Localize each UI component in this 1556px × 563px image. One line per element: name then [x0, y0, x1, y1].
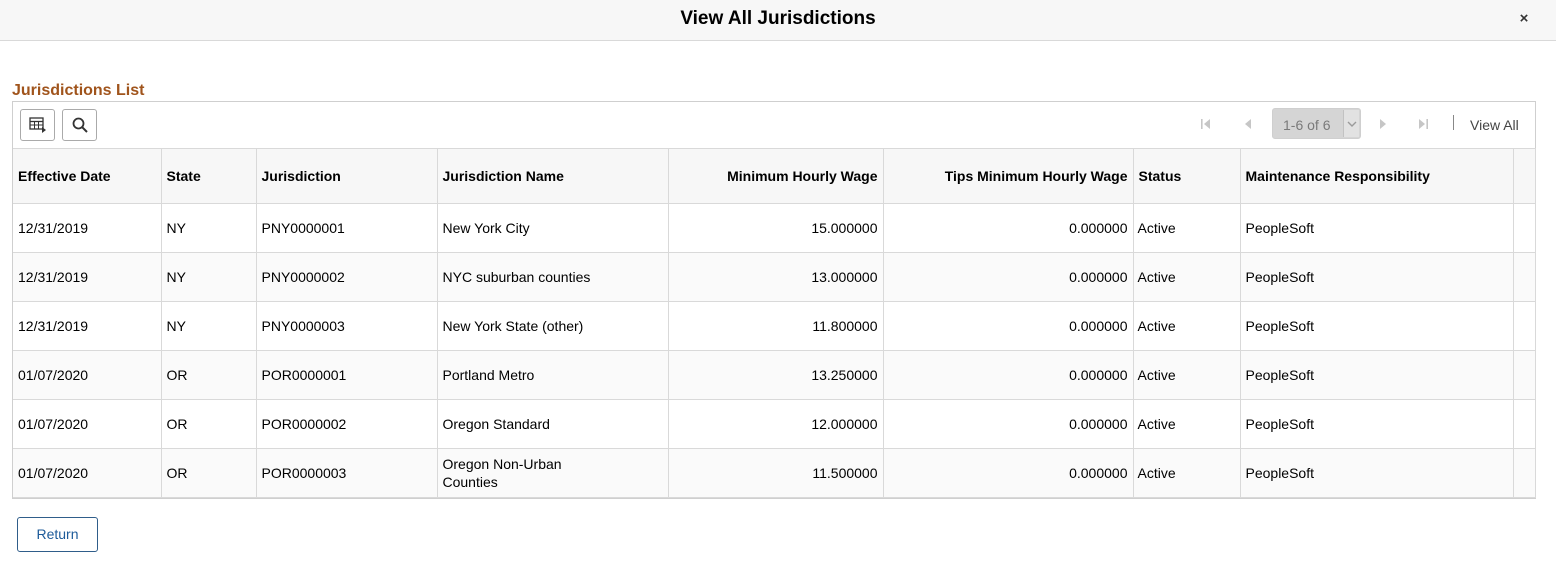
toolbar-divider [1453, 115, 1454, 130]
page-range-select[interactable]: 1-6 of 6 [1272, 108, 1361, 139]
column-header-jurisdiction-name[interactable]: Jurisdiction Name [437, 148, 669, 204]
state-cell: OR [161, 448, 257, 498]
minimum-hourly-wage-cell: 13.250000 [668, 350, 884, 400]
table-row: 12/31/2019 NY PNY0000002 NYC suburban co… [13, 252, 1536, 302]
table-row: 01/07/2020 OR POR0000002 Oregon Standard… [13, 399, 1536, 449]
view-all-link[interactable]: View All [1470, 117, 1519, 133]
effective-date-cell: 01/07/2020 [13, 448, 162, 498]
search-button[interactable] [62, 109, 97, 141]
jurisdiction-name-cell: New York State (other) [437, 301, 669, 351]
state-cell: NY [161, 252, 257, 302]
dialog-header: View All Jurisdictions × [0, 0, 1556, 41]
effective-date-cell: 01/07/2020 [13, 399, 162, 449]
previous-page-icon[interactable] [1239, 115, 1257, 133]
jurisdiction-cell: PNY0000003 [256, 301, 438, 351]
jurisdiction-cell: PNY0000001 [256, 203, 438, 253]
minimum-hourly-wage-cell: 15.000000 [668, 203, 884, 253]
column-header-jurisdiction[interactable]: Jurisdiction [256, 148, 438, 204]
table-row: 12/31/2019 NY PNY0000001 New York City 1… [13, 203, 1536, 253]
last-page-icon[interactable] [1414, 115, 1432, 133]
tips-minimum-hourly-wage-cell: 0.000000 [883, 399, 1134, 449]
jurisdiction-cell: POR0000002 [256, 399, 438, 449]
status-cell: Active [1133, 252, 1241, 302]
row-spacer-cell [1513, 350, 1536, 400]
minimum-hourly-wage-cell: 11.500000 [668, 448, 884, 498]
table-row: 12/31/2019 NY PNY0000003 New York State … [13, 301, 1536, 351]
maintenance-responsibility-cell: PeopleSoft [1240, 399, 1514, 449]
jurisdiction-name-cell: Oregon Non-Urban Counties [437, 448, 669, 498]
jurisdictions-table: Effective Date State Jurisdiction Jurisd… [13, 148, 1536, 498]
maintenance-responsibility-cell: PeopleSoft [1240, 252, 1514, 302]
status-cell: Active [1133, 301, 1241, 351]
dialog-title: View All Jurisdictions [680, 8, 876, 29]
row-spacer-cell [1513, 301, 1536, 351]
search-icon [72, 117, 88, 133]
column-header-tips-minimum-hourly-wage[interactable]: Tips Minimum Hourly Wage [883, 148, 1134, 204]
first-page-icon[interactable] [1197, 115, 1215, 133]
row-spacer-cell [1513, 203, 1536, 253]
table-row: 01/07/2020 OR POR0000003 Oregon Non-Urba… [13, 448, 1536, 498]
status-cell: Active [1133, 399, 1241, 449]
state-cell: OR [161, 399, 257, 449]
page-range-text: 1-6 of 6 [1283, 117, 1331, 133]
effective-date-cell: 01/07/2020 [13, 350, 162, 400]
status-cell: Active [1133, 350, 1241, 400]
tips-minimum-hourly-wage-cell: 0.000000 [883, 301, 1134, 351]
grid-toolbar: 1-6 of 6 View All [13, 102, 1535, 148]
state-cell: NY [161, 203, 257, 253]
return-button[interactable]: Return [17, 517, 98, 552]
jurisdiction-name-cell: NYC suburban counties [437, 252, 669, 302]
tips-minimum-hourly-wage-cell: 0.000000 [883, 252, 1134, 302]
status-cell: Active [1133, 448, 1241, 498]
table-row: 01/07/2020 OR POR0000001 Portland Metro … [13, 350, 1536, 400]
tips-minimum-hourly-wage-cell: 0.000000 [883, 350, 1134, 400]
maintenance-responsibility-cell: PeopleSoft [1240, 350, 1514, 400]
column-header-spacer [1513, 148, 1536, 204]
row-spacer-cell [1513, 252, 1536, 302]
next-page-icon[interactable] [1374, 115, 1392, 133]
tips-minimum-hourly-wage-cell: 0.000000 [883, 448, 1134, 498]
column-header-status[interactable]: Status [1133, 148, 1241, 204]
state-cell: OR [161, 350, 257, 400]
table-header-row: Effective Date State Jurisdiction Jurisd… [13, 148, 1536, 204]
jurisdiction-cell: POR0000003 [256, 448, 438, 498]
status-cell: Active [1133, 203, 1241, 253]
tips-minimum-hourly-wage-cell: 0.000000 [883, 203, 1134, 253]
column-header-state[interactable]: State [161, 148, 257, 204]
minimum-hourly-wage-cell: 12.000000 [668, 399, 884, 449]
column-header-effective-date[interactable]: Effective Date [13, 148, 162, 204]
jurisdiction-cell: POR0000001 [256, 350, 438, 400]
jurisdiction-cell: PNY0000002 [256, 252, 438, 302]
chevron-down-icon [1343, 110, 1359, 137]
personalize-grid-icon [28, 117, 46, 133]
grid-title: Jurisdictions List [12, 82, 145, 99]
close-icon[interactable]: × [1513, 9, 1535, 31]
effective-date-cell: 12/31/2019 [13, 252, 162, 302]
personalize-grid-button[interactable] [20, 109, 55, 141]
row-spacer-cell [1513, 448, 1536, 498]
maintenance-responsibility-cell: PeopleSoft [1240, 301, 1514, 351]
column-header-minimum-hourly-wage[interactable]: Minimum Hourly Wage [668, 148, 884, 204]
jurisdictions-grid: 1-6 of 6 View All Effective Date State J… [12, 101, 1536, 499]
minimum-hourly-wage-cell: 11.800000 [668, 301, 884, 351]
maintenance-responsibility-cell: PeopleSoft [1240, 448, 1514, 498]
jurisdiction-name-cell: Oregon Standard [437, 399, 669, 449]
effective-date-cell: 12/31/2019 [13, 301, 162, 351]
jurisdiction-name-cell: New York City [437, 203, 669, 253]
row-spacer-cell [1513, 399, 1536, 449]
minimum-hourly-wage-cell: 13.000000 [668, 252, 884, 302]
jurisdiction-name-cell: Portland Metro [437, 350, 669, 400]
effective-date-cell: 12/31/2019 [13, 203, 162, 253]
column-header-maintenance-responsibility[interactable]: Maintenance Responsibility [1240, 148, 1514, 204]
state-cell: NY [161, 301, 257, 351]
maintenance-responsibility-cell: PeopleSoft [1240, 203, 1514, 253]
